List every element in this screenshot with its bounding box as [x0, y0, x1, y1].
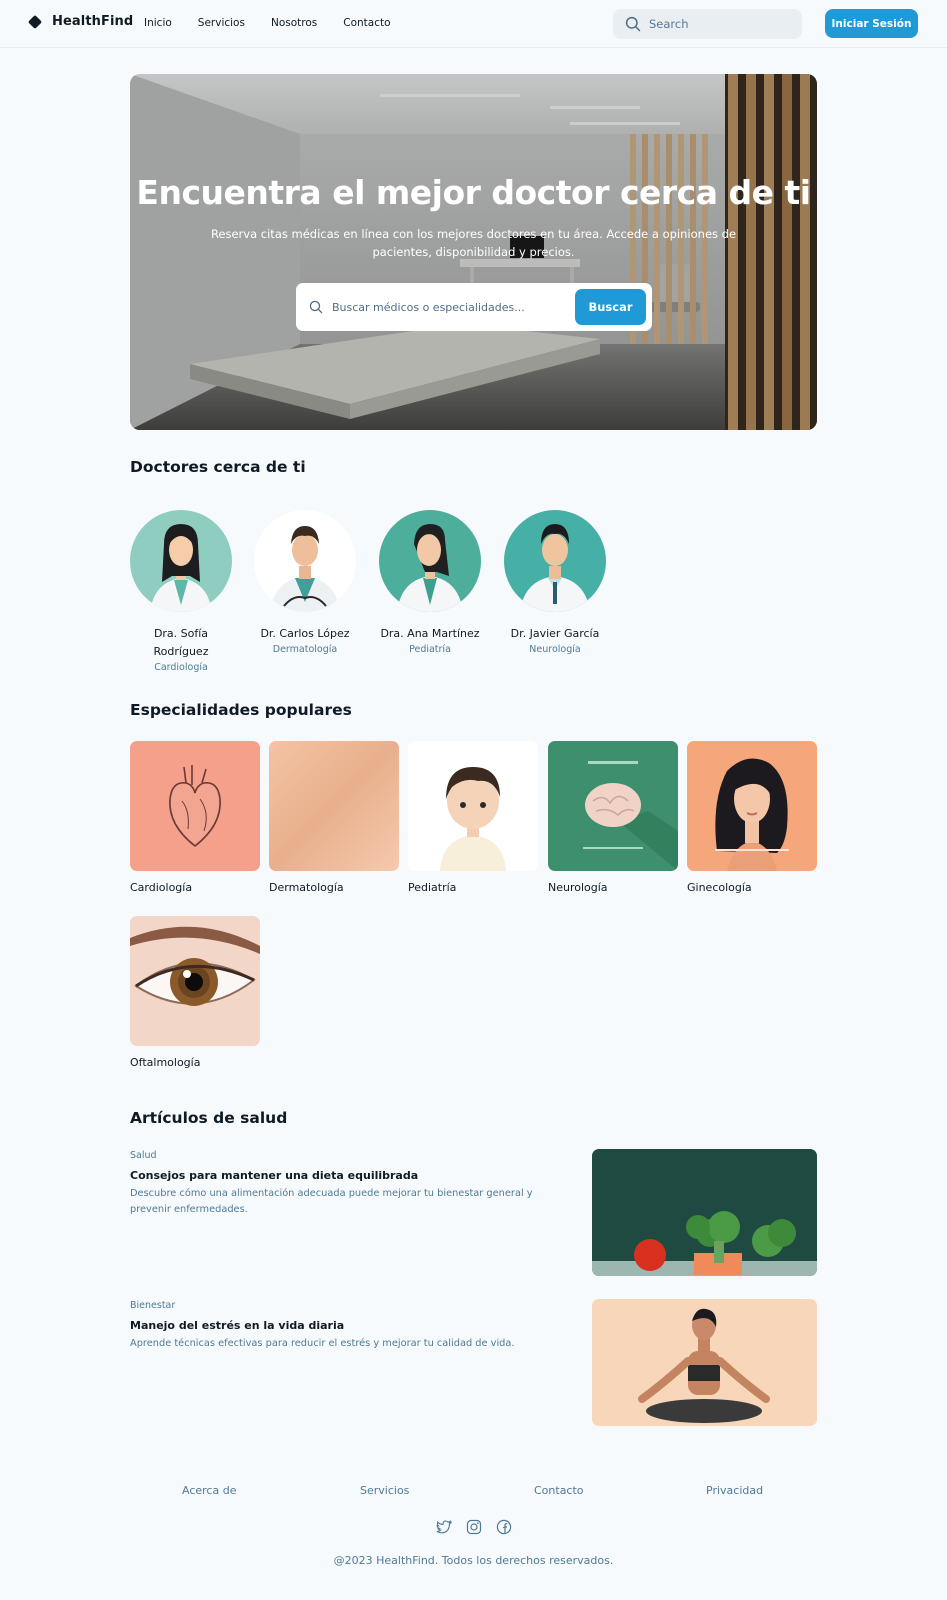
specialty-label: Oftalmología	[130, 1056, 201, 1069]
doctor-name: Dra. Ana Martínez	[380, 627, 480, 640]
doctor-specialty: Neurología	[529, 644, 581, 655]
meditation-illustration[interactable]	[592, 1299, 817, 1426]
footer-link-acerca[interactable]: Acerca de	[182, 1484, 236, 1497]
doctor-card[interactable]: Dra. Ana Martínez Pediatría	[379, 510, 481, 657]
skin-texture-image	[269, 741, 399, 871]
hero-title: Encuentra el mejor doctor cerca de ti	[136, 173, 811, 212]
footer-link-servicios[interactable]: Servicios	[360, 1484, 409, 1497]
instagram-icon[interactable]	[466, 1519, 482, 1535]
healthy-food-image[interactable]	[592, 1149, 817, 1276]
doctor-card[interactable]: Dra. Sofía Rodríguez Cardiología	[130, 510, 232, 675]
footer-link-contacto[interactable]: Contacto	[534, 1484, 584, 1497]
footer-link-privacidad[interactable]: Privacidad	[706, 1484, 763, 1497]
search-icon	[309, 300, 323, 314]
hero-search-bar[interactable]: Buscar	[296, 283, 652, 331]
doctor-avatar	[379, 510, 481, 612]
nav-inicio[interactable]: Inicio	[144, 17, 172, 29]
article-item[interactable]: Salud Consejos para mantener una dieta e…	[130, 1150, 550, 1218]
specialty-label: Cardiología	[130, 881, 193, 894]
doctor-card[interactable]: Dr. Javier García Neurología	[504, 510, 606, 657]
brand-name: HealthFind	[52, 14, 134, 29]
search-icon	[625, 16, 641, 32]
nav-contacto[interactable]: Contacto	[343, 17, 390, 29]
specialty-card-pediatria[interactable]: Pediatría	[408, 741, 538, 894]
doctor-card[interactable]: Dr. Carlos López Dermatología	[254, 510, 356, 657]
nav-servicios[interactable]: Servicios	[198, 17, 245, 29]
specialty-label: Ginecología	[687, 881, 752, 894]
specialty-card-ginecologia[interactable]: Ginecología	[687, 741, 817, 894]
header-search-input[interactable]	[649, 17, 789, 31]
heart-illustration	[130, 741, 260, 871]
article-title[interactable]: Consejos para mantener una dieta equilib…	[130, 1169, 550, 1182]
nav-nosotros[interactable]: Nosotros	[271, 17, 317, 29]
brand-logo[interactable]: HealthFind	[28, 14, 133, 29]
doctor-specialty: Cardiología	[154, 662, 208, 673]
doctor-name: Dr. Carlos López	[260, 627, 350, 640]
copyright-text: @2023 HealthFind. Todos los derechos res…	[333, 1554, 614, 1567]
doctor-search-input[interactable]	[332, 300, 562, 314]
specialty-card-dermatologia[interactable]: Dermatología	[269, 741, 399, 894]
twitter-icon[interactable]	[436, 1519, 453, 1535]
doctor-avatar	[130, 510, 232, 612]
search-button[interactable]: Buscar	[575, 289, 646, 325]
specialties-section-title: Especialidades populares	[130, 701, 352, 719]
social-links	[436, 1519, 512, 1535]
doctor-avatar	[504, 510, 606, 612]
specialty-label: Neurología	[548, 881, 608, 894]
logo-icon	[28, 15, 42, 29]
doctor-name: Dra. Sofía Rodríguez	[153, 627, 209, 658]
doctor-avatar	[254, 510, 356, 612]
login-button[interactable]: Iniciar Sesión	[825, 9, 918, 38]
top-header: HealthFind Inicio Servicios Nosotros Con…	[0, 0, 947, 48]
article-item[interactable]: Bienestar Manejo del estrés en la vida d…	[130, 1300, 550, 1352]
specialty-card-oftalmologia[interactable]: Oftalmología	[130, 916, 260, 1069]
article-description: Descubre cómo una alimentación adecuada …	[130, 1188, 533, 1215]
specialty-label: Dermatología	[269, 881, 344, 894]
article-description: Aprende técnicas efectivas para reducir …	[130, 1338, 515, 1349]
brain-illustration	[548, 741, 678, 871]
facebook-icon[interactable]	[496, 1519, 512, 1535]
woman-portrait-illustration	[687, 741, 817, 871]
article-category: Bienestar	[130, 1300, 176, 1311]
hero-subtitle: Reserva citas médicas en línea con los m…	[210, 227, 737, 259]
child-illustration	[408, 741, 538, 871]
header-search[interactable]	[613, 9, 802, 39]
articles-section-title: Artículos de salud	[130, 1109, 288, 1127]
article-title[interactable]: Manejo del estrés en la vida diaria	[130, 1319, 550, 1332]
hero-banner: Encuentra el mejor doctor cerca de ti Re…	[130, 74, 817, 430]
article-category: Salud	[130, 1150, 157, 1161]
specialty-label: Pediatría	[408, 881, 457, 894]
doctors-section-title: Doctores cerca de ti	[130, 458, 306, 476]
doctor-specialty: Dermatología	[272, 644, 338, 655]
eye-closeup-image	[130, 916, 260, 1046]
doctor-name: Dr. Javier García	[510, 627, 600, 640]
main-nav: Inicio Servicios Nosotros Contacto	[144, 17, 417, 29]
specialty-card-cardiologia[interactable]: Cardiología	[130, 741, 260, 894]
specialty-card-neurologia[interactable]: Neurología	[548, 741, 678, 894]
doctor-specialty: Pediatría	[409, 644, 451, 655]
